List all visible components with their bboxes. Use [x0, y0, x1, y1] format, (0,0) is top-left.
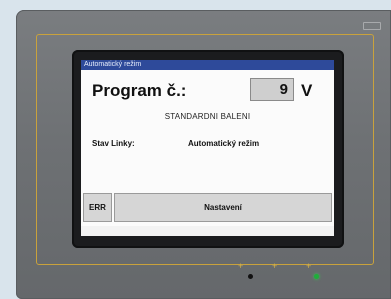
- settings-button[interactable]: Nastavení: [114, 193, 332, 222]
- function-key-3[interactable]: +: [306, 262, 311, 271]
- display-frame: Automatický režim Program č.: 9 V STANDA…: [72, 50, 344, 248]
- brand-logo-icon: [363, 22, 381, 30]
- power-led-icon: [314, 274, 319, 279]
- screen-title-bar: Automatický režim: [81, 60, 334, 70]
- screen-footer: [81, 226, 334, 236]
- program-unit: V: [301, 81, 313, 100]
- program-number-field[interactable]: 9: [250, 78, 294, 101]
- status-led-icon: [248, 274, 253, 279]
- function-key-2[interactable]: +: [272, 262, 277, 271]
- touch-screen: Automatický režim Program č.: 9 V STANDA…: [81, 60, 334, 236]
- program-label: Program č.:: [92, 81, 187, 100]
- line-status-label: Stav Linky:: [92, 139, 135, 148]
- line-status-value: Automatický režim: [188, 139, 260, 148]
- program-name: STANDARDNI BALENI: [164, 112, 251, 121]
- err-button[interactable]: ERR: [83, 193, 112, 222]
- function-key-1[interactable]: +: [238, 262, 243, 271]
